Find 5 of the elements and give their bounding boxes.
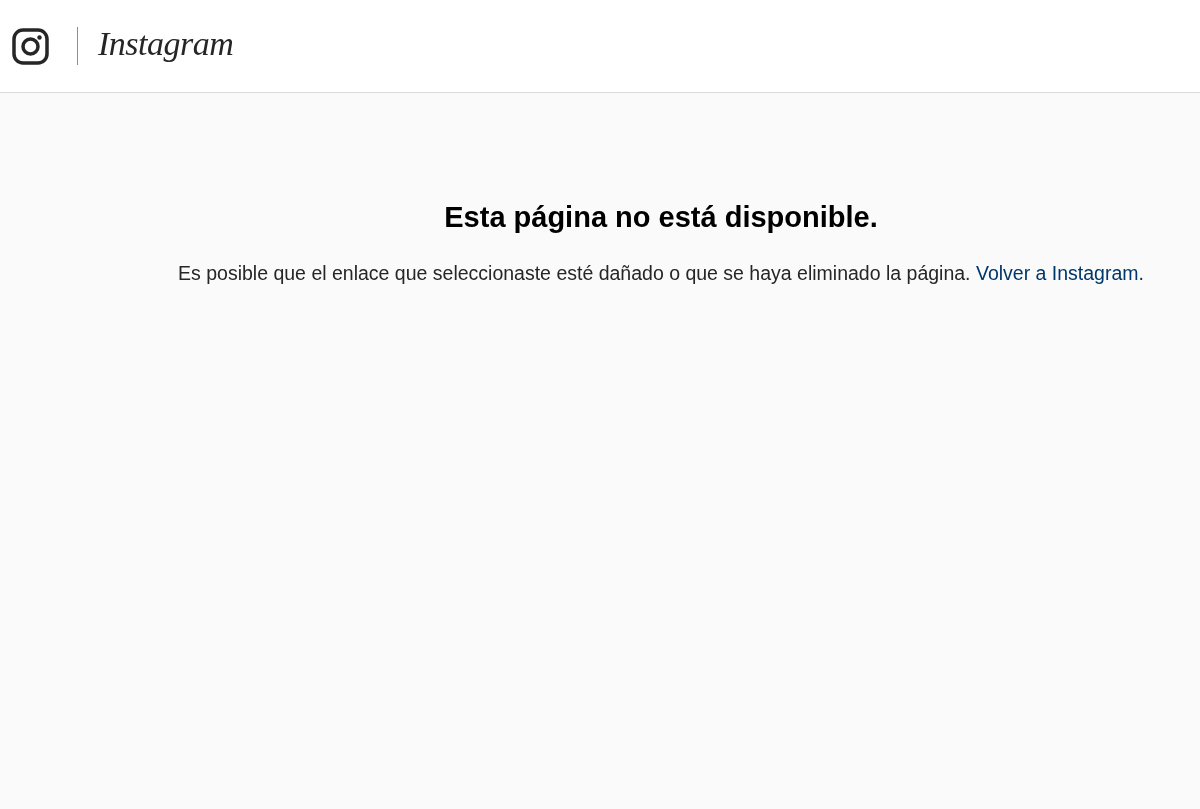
page-title: Esta página no está disponible. <box>444 200 878 234</box>
logo-wordmark[interactable]: Instagram <box>98 27 234 65</box>
error-message: Es posible que el enlace que seleccionaste esté dañado o que se haya eliminado la página. Volver a Instagram. <box>178 261 1144 285</box>
camera-icon[interactable] <box>12 27 49 65</box>
back-link[interactable]: Volver a Instagram. <box>975 262 1144 284</box>
